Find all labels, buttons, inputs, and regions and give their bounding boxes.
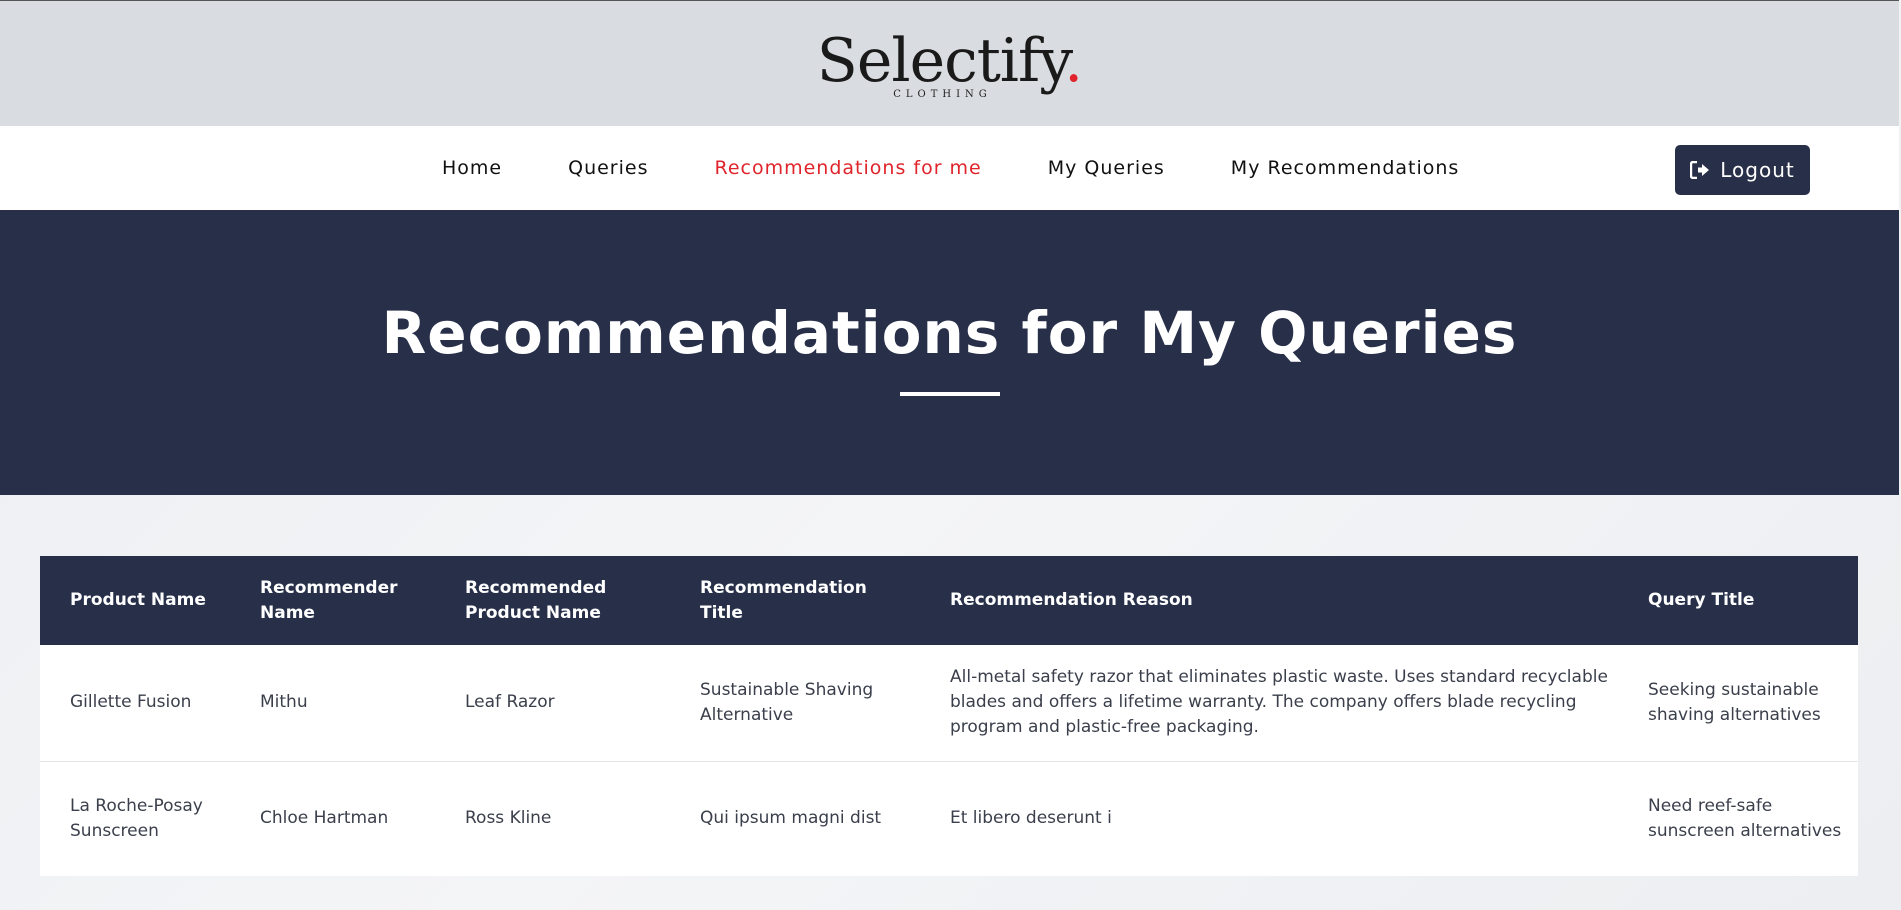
cell-recommended-product-name: Leaf Razor bbox=[435, 645, 670, 761]
table-row[interactable]: Gillette Fusion Mithu Leaf Razor Sustain… bbox=[40, 645, 1858, 761]
logout-button[interactable]: Logout bbox=[1675, 145, 1810, 195]
column-header-product-name[interactable]: Product Name bbox=[40, 556, 230, 645]
cell-product-name: La Roche-Posay Sunscreen bbox=[40, 761, 230, 876]
main-navigation: Home Queries Recommendations for me My Q… bbox=[0, 126, 1899, 210]
cell-query-title: Seeking sustainable shaving alternatives bbox=[1618, 645, 1858, 761]
cell-recommender-name: Chloe Hartman bbox=[230, 761, 435, 876]
nav-home[interactable]: Home bbox=[442, 157, 502, 179]
cell-recommendation-title: Qui ipsum magni dist bbox=[670, 761, 920, 876]
cell-recommender-name: Mithu bbox=[230, 645, 435, 761]
cell-recommended-product-name: Ross Kline bbox=[435, 761, 670, 876]
nav-recommendations-for-me[interactable]: Recommendations for me bbox=[714, 157, 981, 179]
table-row[interactable]: La Roche-Posay Sunscreen Chloe Hartman R… bbox=[40, 761, 1858, 876]
title-underline bbox=[899, 392, 1000, 396]
recommendations-table: Product Name Recommender Name Recommende… bbox=[40, 556, 1858, 876]
logo[interactable]: Selectify. CLOTHING bbox=[817, 31, 1083, 100]
nav-my-recommendations[interactable]: My Recommendations bbox=[1231, 157, 1460, 179]
nav-my-queries[interactable]: My Queries bbox=[1048, 157, 1165, 179]
column-header-recommendation-title[interactable]: Recommendation Title bbox=[670, 556, 920, 645]
page-title: Recommendations for My Queries bbox=[381, 299, 1518, 367]
cell-product-name: Gillette Fusion bbox=[40, 645, 230, 761]
column-header-recommender-name[interactable]: Recommender Name bbox=[230, 556, 435, 645]
cell-recommendation-reason: Et libero deserunt i bbox=[920, 761, 1618, 876]
sign-out-icon bbox=[1690, 161, 1710, 179]
logout-label: Logout bbox=[1720, 158, 1795, 182]
brand-header: Selectify. CLOTHING bbox=[0, 0, 1899, 126]
column-header-recommendation-reason[interactable]: Recommendation Reason bbox=[920, 556, 1618, 645]
nav-links: Home Queries Recommendations for me My Q… bbox=[442, 126, 1525, 210]
logo-wordmark: Selectify bbox=[816, 26, 1065, 96]
nav-queries[interactable]: Queries bbox=[568, 157, 648, 179]
cell-recommendation-title: Sustainable Shaving Alternative bbox=[670, 645, 920, 761]
recommendations-table-container: Product Name Recommender Name Recommende… bbox=[40, 556, 1858, 876]
page-hero: Recommendations for My Queries bbox=[0, 210, 1899, 495]
cell-recommendation-reason: All-metal safety razor that eliminates p… bbox=[920, 645, 1618, 761]
column-header-recommended-product-name[interactable]: Recommended Product Name bbox=[435, 556, 670, 645]
table-header-row: Product Name Recommender Name Recommende… bbox=[40, 556, 1858, 645]
cell-query-title: Need reef-safe sunscreen alternatives bbox=[1618, 761, 1858, 876]
column-header-query-title[interactable]: Query Title bbox=[1618, 556, 1858, 645]
logo-dot: . bbox=[1064, 26, 1083, 96]
